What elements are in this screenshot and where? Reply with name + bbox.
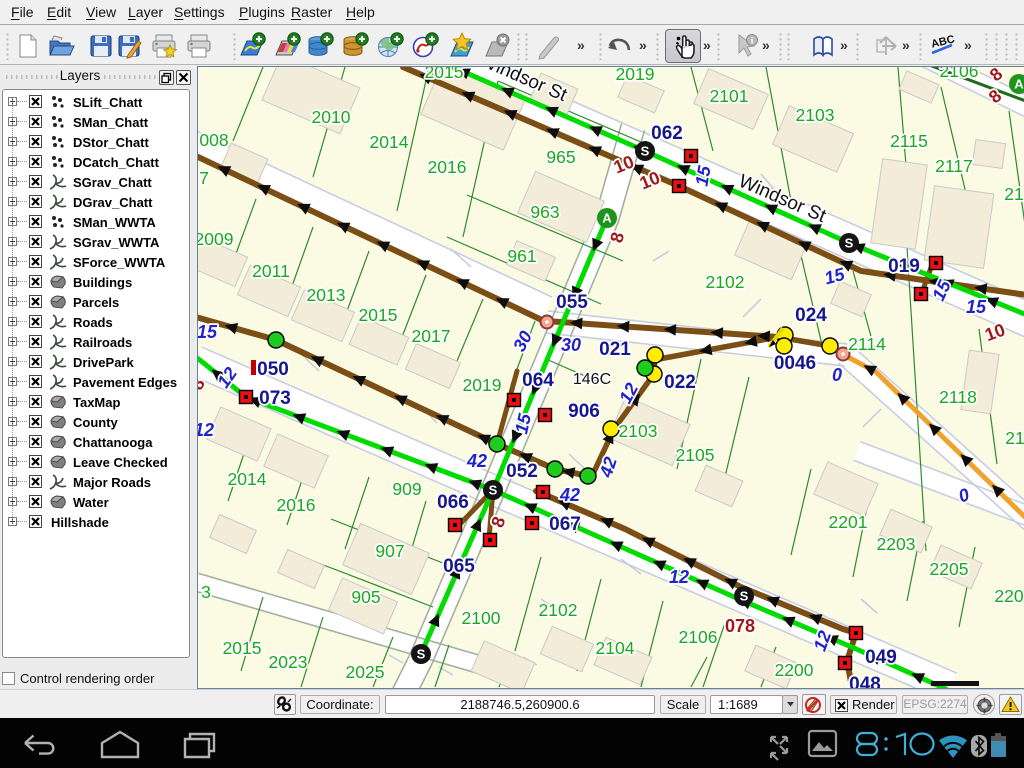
svg-text:2201: 2201: [829, 512, 868, 532]
svg-text:2104: 2104: [596, 638, 635, 658]
svg-text:220: 220: [994, 586, 1023, 606]
svg-text:2205: 2205: [930, 559, 969, 579]
svg-text:7: 7: [199, 168, 209, 188]
svg-text:12: 12: [198, 420, 214, 440]
svg-text:146C: 146C: [573, 371, 611, 388]
svg-text:30: 30: [561, 335, 581, 355]
svg-text:2103: 2103: [619, 421, 658, 441]
svg-text:A: A: [602, 211, 612, 226]
svg-text:048: 048: [849, 674, 881, 688]
svg-text:42: 42: [466, 451, 487, 471]
svg-text:2200: 2200: [775, 660, 814, 680]
svg-text:064: 064: [522, 370, 554, 391]
svg-text:2102: 2102: [706, 272, 745, 292]
svg-text:S: S: [417, 647, 426, 662]
svg-text:2016: 2016: [277, 495, 316, 515]
svg-text:S: S: [845, 236, 854, 251]
svg-text:2009: 2009: [198, 229, 233, 249]
svg-text:42: 42: [559, 485, 580, 505]
svg-text:3: 3: [201, 582, 211, 602]
svg-text:15: 15: [966, 297, 987, 317]
svg-text:2203: 2203: [877, 534, 916, 554]
svg-text:078: 078: [725, 616, 755, 636]
svg-text:2015: 2015: [359, 305, 398, 325]
svg-text:0046: 0046: [774, 353, 816, 374]
svg-text:2014: 2014: [228, 469, 267, 489]
svg-text:21: 21: [1005, 428, 1024, 448]
svg-text:2100: 2100: [462, 608, 501, 628]
svg-text:S: S: [489, 483, 498, 498]
svg-text:2117: 2117: [935, 156, 973, 176]
svg-text:021: 021: [599, 339, 631, 360]
svg-text:2115: 2115: [890, 131, 928, 151]
svg-text:2025: 2025: [346, 662, 385, 682]
svg-text:961: 961: [507, 246, 536, 266]
svg-text:049: 049: [865, 647, 897, 668]
svg-text:15: 15: [198, 322, 218, 342]
svg-text:909: 909: [392, 479, 421, 499]
svg-text:2106: 2106: [679, 627, 718, 647]
svg-text:2015: 2015: [223, 638, 262, 658]
svg-text:2019: 2019: [463, 375, 502, 395]
svg-text:2010: 2010: [312, 107, 351, 127]
svg-text:2013: 2013: [307, 285, 346, 305]
svg-text:S: S: [641, 144, 650, 159]
svg-text:12: 12: [669, 567, 689, 587]
svg-text:907: 907: [375, 541, 404, 561]
svg-text:965: 965: [546, 147, 575, 167]
svg-text:073: 073: [259, 388, 291, 409]
svg-text:022: 022: [664, 372, 696, 393]
svg-text:2014: 2014: [370, 132, 409, 152]
svg-text:2102: 2102: [539, 600, 578, 620]
svg-text:906: 906: [568, 401, 600, 422]
svg-text:2017: 2017: [412, 326, 451, 346]
svg-text:2101: 2101: [710, 86, 749, 106]
svg-text:052: 052: [506, 461, 538, 482]
svg-text:050: 050: [257, 359, 289, 380]
svg-text:2103: 2103: [796, 105, 835, 125]
svg-text:2114: 2114: [848, 334, 886, 354]
svg-text:065: 065: [443, 556, 475, 577]
svg-text:2011: 2011: [252, 261, 290, 281]
svg-text:067: 067: [549, 514, 581, 535]
svg-text:963: 963: [530, 202, 559, 222]
svg-text:055: 055: [556, 292, 588, 313]
svg-text:008: 008: [199, 130, 228, 150]
svg-text:019: 019: [888, 256, 920, 277]
svg-text:2105: 2105: [676, 445, 715, 465]
svg-text:2023: 2023: [269, 652, 308, 672]
svg-text:2106: 2106: [940, 67, 979, 81]
svg-text:2015: 2015: [425, 67, 464, 82]
svg-text:2016: 2016: [428, 157, 467, 177]
svg-text:905: 905: [351, 587, 380, 607]
svg-text:0: 0: [832, 365, 842, 385]
svg-text:21: 21: [1004, 184, 1023, 204]
svg-text:062: 062: [651, 123, 683, 144]
svg-text:2118: 2118: [939, 387, 977, 407]
svg-text:2019: 2019: [616, 67, 655, 84]
svg-text:A: A: [1014, 77, 1024, 92]
svg-text:024: 024: [795, 305, 827, 326]
svg-text:S: S: [740, 589, 749, 604]
svg-text:066: 066: [437, 492, 469, 513]
